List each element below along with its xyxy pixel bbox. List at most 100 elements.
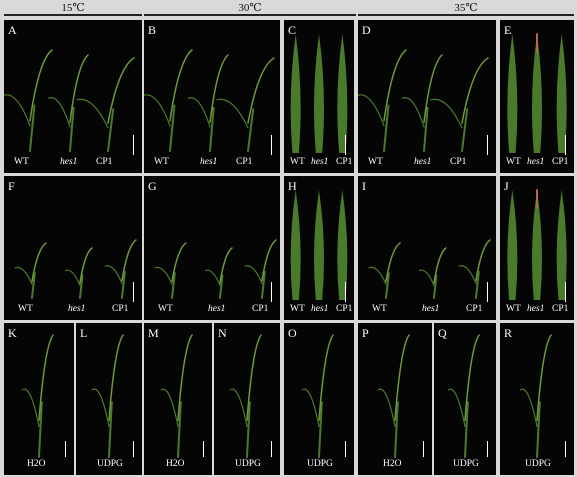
seedling-hes1-leaf-2 <box>419 269 435 287</box>
panel-m-plants <box>160 334 193 458</box>
panel-label: E <box>504 23 512 37</box>
panel-h: H WT hes1 CP1 <box>284 176 354 320</box>
panel-c-plants <box>290 34 348 153</box>
scale-bar <box>487 282 488 302</box>
genotype-label: hes1 <box>311 157 329 167</box>
panel-label: C <box>288 23 297 37</box>
panel-g-plants <box>154 239 277 299</box>
panel-p-plants <box>377 334 410 458</box>
panel-l: L UDPG <box>76 323 142 475</box>
panel-a-plants <box>4 49 135 152</box>
panel-f-plants <box>14 239 137 299</box>
scale-bar <box>133 441 134 457</box>
genotype-label: H2O <box>27 459 46 469</box>
scale-bar <box>487 135 488 155</box>
genotype-label: CP1 <box>552 157 569 167</box>
plant-hes1-leaf-2 <box>401 97 425 128</box>
genotype-label: CP1 <box>450 157 467 167</box>
plant-hes1-leaf-2 <box>47 97 71 128</box>
genotype-label: CP1 <box>336 157 353 167</box>
plant-wt-leaf-2 <box>358 94 385 127</box>
seedling-cp1-leaf-2 <box>244 265 263 285</box>
genotype-label: WT <box>506 304 521 314</box>
scale-bar <box>203 441 204 457</box>
genotype-label: hes1 <box>527 304 545 314</box>
panel-m: M H2O <box>144 323 212 475</box>
genotype-label: UDPG <box>235 459 261 469</box>
panel-k: K H2O <box>4 323 74 475</box>
scale-bar <box>133 135 134 155</box>
genotype-label: hes1 <box>68 304 86 314</box>
panel-label: I <box>362 179 366 193</box>
seedling-hes1-leaf-2 <box>205 269 221 287</box>
genotype-label: hes1 <box>208 304 226 314</box>
genotype-label: CP1 <box>236 157 253 167</box>
genotype-label: CP1 <box>552 304 569 314</box>
panel-d-plants <box>358 49 489 152</box>
genotype-label: hes1 <box>60 157 78 167</box>
panel-label: F <box>8 179 15 193</box>
plant-leaf-2 <box>377 388 396 428</box>
header-15c-rule <box>4 14 142 16</box>
genotype-label: H2O <box>166 459 185 469</box>
panel-e-plants <box>507 33 567 153</box>
header-15c-label: 15℃ <box>61 2 85 14</box>
plant-hes1-leaf-2 <box>187 97 211 128</box>
header-35c: 35℃ <box>358 0 574 18</box>
leaf-blade-2 <box>314 34 324 153</box>
genotype-label: WT <box>14 157 29 167</box>
seedling-wt-leaf-2 <box>154 266 173 285</box>
panel-label: M <box>148 326 159 340</box>
plant-cp1-leaf-2 <box>76 98 109 129</box>
header-35c-label: 35℃ <box>454 2 478 14</box>
panel-j: J WT hes1 CP1 <box>500 176 574 320</box>
genotype-label: WT <box>368 157 383 167</box>
panel-b: B WT hes1 CP1 <box>144 20 280 173</box>
seedling-hes1-leaf-2 <box>65 269 81 287</box>
panel-r-plants <box>519 334 552 458</box>
panel-j-plants <box>507 189 567 300</box>
seedling-wt-leaf-2 <box>14 266 33 285</box>
header-30c-label: 30℃ <box>238 2 262 14</box>
genotype-label: WT <box>158 304 173 314</box>
genotype-label: UDPG <box>453 459 479 469</box>
genotype-label: CP1 <box>466 304 483 314</box>
genotype-label: WT <box>290 157 305 167</box>
panel-e: E WT hes1 CP1 <box>500 20 574 173</box>
leaf-blade-2 <box>314 190 324 300</box>
panel-label: A <box>8 23 17 37</box>
genotype-label: CP1 <box>252 304 269 314</box>
header-30c-rule <box>144 14 356 16</box>
scale-bar <box>423 441 424 457</box>
seedling-cp1-leaf-2 <box>104 265 123 285</box>
genotype-label: hes1 <box>200 157 218 167</box>
scale-bar <box>345 441 346 457</box>
panel-b-plants <box>144 49 275 152</box>
panel-p: P H2O <box>358 323 432 475</box>
scale-bar <box>565 441 566 457</box>
panel-i: I WT hes1 CP1 <box>358 176 496 320</box>
plant-leaf-2 <box>229 388 248 428</box>
panel-label: L <box>80 326 88 340</box>
panel-label: J <box>504 179 509 193</box>
header-30c: 30℃ <box>144 0 356 18</box>
panel-o: O UDPG <box>284 323 354 475</box>
scale-bar <box>271 282 272 302</box>
genotype-label: CP1 <box>336 304 353 314</box>
scale-bar <box>565 135 566 155</box>
panel-label: B <box>148 23 157 37</box>
genotype-label: CP1 <box>96 157 113 167</box>
panel-label: O <box>288 326 297 340</box>
panel-label: P <box>362 326 369 340</box>
genotype-label: WT <box>506 157 521 167</box>
genotype-label: hes1 <box>311 304 329 314</box>
seedling-wt-leaf-2 <box>368 266 387 285</box>
genotype-label: UDPG <box>97 459 123 469</box>
header-35c-rule <box>358 14 574 16</box>
panel-c: C WT hes1 CP1 <box>284 20 354 173</box>
panel-q: Q UDPG <box>434 323 496 475</box>
genotype-label: hes1 <box>414 157 432 167</box>
panel-f: F WT hes1 CP1 <box>4 176 142 320</box>
scale-bar <box>565 282 566 302</box>
genotype-label: hes1 <box>422 304 440 314</box>
